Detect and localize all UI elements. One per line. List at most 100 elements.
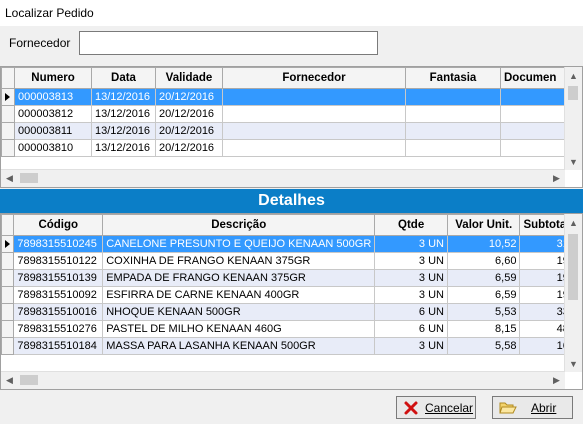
scroll-right-icon[interactable]: ▶ [548,170,565,187]
detail-row[interactable]: 7898315510184 MASSA PARA LASANHA KENAAN … [1,337,582,355]
orders-horizontal-scrollbar[interactable]: ◀ ▶ [1,169,565,187]
order-validade: 20/12/2016 [155,105,223,123]
window-title: Localizar Pedido [5,6,94,20]
order-fantasia [405,122,501,140]
order-numero: 000003810 [14,139,92,157]
details-grid[interactable]: Código Descrição Qtde Valor Unit. Subtot… [0,213,583,390]
cancel-button[interactable]: Cancelar [396,396,476,419]
open-button-label: Abrir [531,400,557,415]
order-numero: 000003811 [14,122,92,140]
detail-codigo: 7898315510276 [13,320,104,338]
order-data: 13/12/2016 [91,122,156,140]
order-numero: 000003812 [14,105,92,123]
col-header-descricao[interactable]: Descrição [102,214,376,236]
detail-codigo: 7898315510122 [13,252,104,270]
row-indicator [1,337,15,355]
col-header-valor-unit[interactable]: Valor Unit. [446,214,521,236]
order-row[interactable]: 000003812 13/12/2016 20/12/2016 [1,105,581,123]
detail-row[interactable]: 7898315510276 PASTEL DE MILHO KENAAN 460… [1,320,582,338]
order-numero: 000003813 [14,88,92,106]
detail-row[interactable]: 7898315510139 EMPADA DE FRANGO KENAAN 37… [1,269,582,287]
order-fornecedor [222,105,406,123]
orders-table: Numero Data Validade Fornecedor Fantasia… [1,67,581,157]
scroll-left-icon[interactable]: ◀ [1,170,18,187]
detail-valor-unit: 6,60 [446,252,521,270]
row-indicator [1,105,15,123]
detail-row[interactable]: 7898315510122 COXINHA DE FRANGO KENAAN 3… [1,252,582,270]
detail-qtde: 6 UN [374,303,448,321]
order-validade: 20/12/2016 [155,139,223,157]
open-button[interactable]: Abrir [492,396,573,419]
detail-codigo: 7898315510139 [13,269,104,287]
orders-vertical-scrollbar[interactable]: ▲ ▼ [564,67,582,170]
row-indicator [1,286,15,304]
row-indicator [1,252,15,270]
order-data: 13/12/2016 [91,105,156,123]
detail-valor-unit: 6,59 [446,286,521,304]
detail-valor-unit: 8,15 [446,320,521,338]
detail-descricao: EMPADA DE FRANGO KENAAN 375GR [102,269,376,287]
fornecedor-search-input[interactable] [79,31,378,55]
col-header-fantasia[interactable]: Fantasia [405,67,501,89]
col-header-codigo[interactable]: Código [13,214,104,236]
detail-descricao: COXINHA DE FRANGO KENAAN 375GR [102,252,376,270]
row-indicator [1,303,15,321]
col-header-numero[interactable]: Numero [14,67,92,89]
details-table: Código Descrição Qtde Valor Unit. Subtot… [1,214,582,355]
order-row[interactable]: 000003811 13/12/2016 20/12/2016 [1,122,581,140]
current-row-arrow-icon [1,88,15,106]
detail-valor-unit: 6,59 [446,269,521,287]
scroll-thumb[interactable] [568,234,578,300]
row-indicator [1,139,15,157]
detail-qtde: 3 UN [374,286,448,304]
scroll-left-icon[interactable]: ◀ [1,372,18,389]
order-fantasia [405,105,501,123]
row-indicator [1,122,15,140]
fornecedor-label: Fornecedor [9,36,71,50]
order-fornecedor [222,88,406,106]
detail-qtde: 3 UN [374,269,448,287]
row-indicator [1,320,15,338]
scroll-down-icon[interactable]: ▼ [565,153,582,170]
detail-codigo: 7898315510016 [13,303,104,321]
detail-qtde: 6 UN [374,320,448,338]
detail-descricao: MASSA PARA LASANHA KENAAN 500GR [102,337,376,355]
row-indicator [1,269,15,287]
col-header-validade[interactable]: Validade [155,67,223,89]
scroll-up-icon[interactable]: ▲ [565,67,582,84]
open-folder-icon [499,400,517,416]
scroll-up-icon[interactable]: ▲ [565,214,582,231]
orders-grid[interactable]: Numero Data Validade Fornecedor Fantasia… [0,66,583,188]
detail-qtde: 3 UN [374,252,448,270]
col-header-data[interactable]: Data [91,67,156,89]
detail-codigo: 7898315510184 [13,337,104,355]
col-header-fornecedor[interactable]: Fornecedor [222,67,406,89]
details-vertical-scrollbar[interactable]: ▲ ▼ [564,214,582,372]
cancel-button-label: Cancelar [425,400,474,415]
order-row[interactable]: 000003813 13/12/2016 20/12/2016 [1,88,581,106]
order-row[interactable]: 000003810 13/12/2016 20/12/2016 [1,139,581,157]
detail-row[interactable]: 7898315510245 CANELONE PRESUNTO E QUEIJO… [1,235,582,253]
scroll-thumb[interactable] [568,86,578,100]
order-validade: 20/12/2016 [155,122,223,140]
scroll-down-icon[interactable]: ▼ [565,355,582,372]
detail-descricao: CANELONE PRESUNTO E QUEIJO KENAAN 500GR [102,235,376,253]
detail-descricao: NHOQUE KENAAN 500GR [102,303,376,321]
detail-qtde: 3 UN [374,337,448,355]
details-horizontal-scrollbar[interactable]: ◀ ▶ [1,371,565,389]
order-fornecedor [222,139,406,157]
current-row-arrow-icon [1,235,15,253]
scroll-thumb[interactable] [20,375,38,385]
detail-row[interactable]: 7898315510016 NHOQUE KENAAN 500GR 6 UN 5… [1,303,582,321]
detail-codigo: 7898315510092 [13,286,104,304]
col-header-qtde[interactable]: Qtde [374,214,448,236]
details-banner: Detalhes [0,189,583,213]
detail-descricao: ESFIRRA DE CARNE KENAAN 400GR [102,286,376,304]
detail-qtde: 3 UN [374,235,448,253]
detail-descricao: PASTEL DE MILHO KENAAN 460G [102,320,376,338]
cancel-x-icon [403,400,419,416]
detail-row[interactable]: 7898315510092 ESFIRRA DE CARNE KENAAN 40… [1,286,582,304]
detail-valor-unit: 5,58 [446,337,521,355]
scroll-thumb[interactable] [20,173,38,183]
scroll-right-icon[interactable]: ▶ [548,372,565,389]
